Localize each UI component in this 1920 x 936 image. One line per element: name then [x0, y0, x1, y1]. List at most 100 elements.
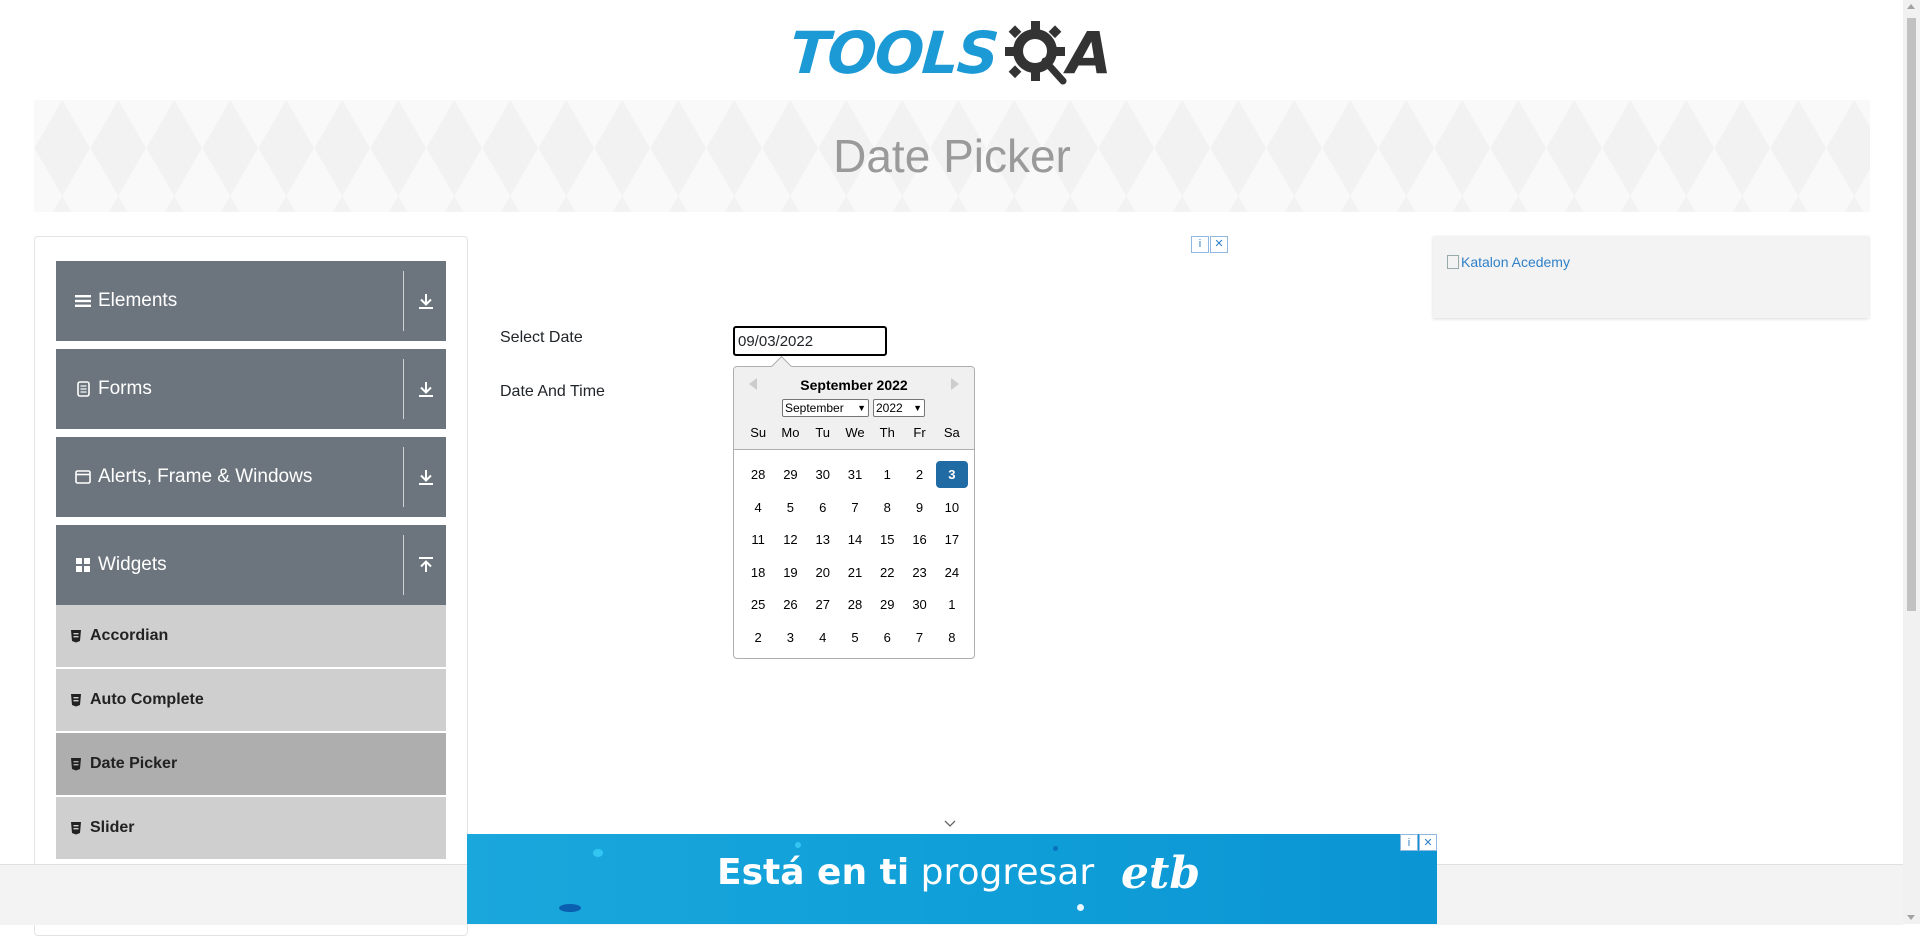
week-row: 28 29 30 31 1 2 3	[742, 461, 968, 488]
ad-decoration	[1077, 904, 1084, 911]
side-ad-alt-text: Katalon Acedemy	[1461, 254, 1570, 270]
scrollbar-thumb[interactable]	[1907, 18, 1916, 611]
calendar-day[interactable]: 10	[936, 494, 968, 521]
calendar-day[interactable]: 17	[936, 526, 968, 553]
broken-image[interactable]: Katalon Acedemy	[1447, 254, 1570, 270]
calendar-day[interactable]: 31	[839, 461, 871, 488]
gear-magnifier-icon	[1004, 21, 1067, 85]
side-ad[interactable]: Katalon Acedemy	[1433, 236, 1869, 318]
bottom-ad-brand-logo: etb	[1121, 848, 1201, 899]
calendar-day[interactable]: 29	[774, 461, 806, 488]
calendar-day[interactable]: 26	[774, 591, 806, 618]
window-icon	[74, 468, 92, 486]
calendar-day[interactable]: 6	[807, 494, 839, 521]
sidebar-group-label: Alerts, Frame & Windows	[98, 466, 313, 487]
chevron-down-icon: ▼	[857, 403, 866, 413]
year-select[interactable]: 2022 ▼	[873, 399, 925, 417]
calendar-day[interactable]: 21	[839, 559, 871, 586]
calendar-day[interactable]: 2	[903, 461, 935, 488]
calendar-day[interactable]: 16	[903, 526, 935, 553]
upload-icon[interactable]	[414, 553, 438, 577]
calendar-day[interactable]: 22	[871, 559, 903, 586]
sidebar-item-auto-complete[interactable]: Auto Complete	[56, 669, 446, 731]
calendar-day[interactable]: 20	[807, 559, 839, 586]
calendar-day[interactable]: 11	[742, 526, 774, 553]
sidebar-item-label: Date Picker	[90, 755, 178, 772]
calendar-day[interactable]: 19	[774, 559, 806, 586]
download-icon[interactable]	[414, 377, 438, 401]
ad-badge[interactable]: i ✕	[1400, 834, 1437, 851]
calendar-day[interactable]: 13	[807, 526, 839, 553]
calendar-day[interactable]: 8	[936, 624, 968, 651]
weekday-row: Su Mo Tu We Th Fr Sa	[742, 425, 968, 440]
download-icon[interactable]	[414, 465, 438, 489]
month-select[interactable]: September ▼	[782, 399, 869, 417]
download-icon[interactable]	[414, 289, 438, 313]
vertical-scrollbar[interactable]	[1903, 0, 1920, 924]
page-title: Date Picker	[833, 130, 1071, 182]
calendar-day[interactable]: 30	[903, 591, 935, 618]
year-select-value: 2022	[876, 401, 903, 415]
scroll-down-icon[interactable]	[1907, 915, 1915, 920]
calendar-day[interactable]: 6	[871, 624, 903, 651]
calendar-day[interactable]: 28	[742, 461, 774, 488]
toolsqa-logo[interactable]: TOOLS A	[787, 14, 1112, 92]
bottom-ad[interactable]: Está en ti progresar etb i ✕	[467, 834, 1437, 924]
divider	[403, 447, 404, 507]
date-picker-input[interactable]	[733, 326, 887, 356]
weekday-label: Tu	[815, 425, 831, 440]
bottom-ad-text-regular: progresar	[920, 852, 1095, 893]
week-row: 2345678	[742, 624, 968, 651]
calendar-day[interactable]: 7	[839, 494, 871, 521]
calendar-day[interactable]: 28	[839, 591, 871, 618]
calendar-day[interactable]: 24	[936, 559, 968, 586]
weekday-label: Sa	[943, 425, 960, 440]
sidebar-item-slider[interactable]: Slider	[56, 797, 446, 859]
ad-top[interactable]: i ✕	[498, 236, 1228, 316]
chevron-down-icon[interactable]	[944, 820, 956, 828]
calendar-day[interactable]: 25	[742, 591, 774, 618]
calendar-day[interactable]: 7	[903, 624, 935, 651]
week-row: 4 5 6 7 8 9 10	[742, 494, 968, 521]
calendar-day[interactable]: 23	[903, 559, 935, 586]
scroll-up-icon[interactable]	[1907, 4, 1915, 9]
calendar-day[interactable]: 12	[774, 526, 806, 553]
calendar-day[interactable]: 3	[935, 461, 968, 488]
week-row: 25 26 27 28 29 30 1	[742, 591, 968, 618]
ad-badge[interactable]: i ✕	[1191, 236, 1228, 253]
ad-decoration	[559, 904, 581, 912]
sidebar-group-alerts[interactable]: Alerts, Frame & Windows	[56, 437, 446, 517]
calendar-day[interactable]: 27	[807, 591, 839, 618]
sidebar-item-accordian[interactable]: Accordian	[56, 605, 446, 667]
calendar-day[interactable]: 1	[871, 461, 903, 488]
sidebar-group-elements[interactable]: Elements	[56, 261, 446, 341]
sidebar-group-forms[interactable]: Forms	[56, 349, 446, 429]
calendar-day[interactable]: 5	[774, 494, 806, 521]
calendar-day[interactable]: 9	[903, 494, 935, 521]
week-row: 11 12 13 14 15 16 17	[742, 526, 968, 553]
calendar-day[interactable]: 8	[871, 494, 903, 521]
weekday-label: Th	[879, 425, 895, 440]
sidebar-group-widgets[interactable]: Widgets	[56, 525, 446, 605]
document-icon	[74, 380, 92, 398]
calendar-day[interactable]: 14	[839, 526, 871, 553]
calendar-day[interactable]: 18	[742, 559, 774, 586]
ad-info-icon[interactable]: i	[1400, 834, 1418, 851]
calendar-day[interactable]: 1	[936, 591, 968, 618]
calendar-day[interactable]: 15	[871, 526, 903, 553]
calendar-day[interactable]: 30	[807, 461, 839, 488]
divider	[403, 535, 404, 595]
calendar-day[interactable]: 4	[742, 494, 774, 521]
ad-close-icon[interactable]: ✕	[1210, 236, 1228, 253]
logo-text: TOOLS	[787, 19, 1000, 87]
calendar-day[interactable]: 4	[807, 624, 839, 651]
calendar-day[interactable]: 5	[839, 624, 871, 651]
calendar-day[interactable]: 29	[871, 591, 903, 618]
calendar-day[interactable]: 2	[742, 624, 774, 651]
ad-decoration	[1053, 846, 1058, 851]
hamburger-icon	[74, 292, 92, 310]
sidebar-item-date-picker[interactable]: Date Picker	[56, 733, 446, 795]
ad-info-icon[interactable]: i	[1191, 236, 1209, 253]
ad-close-icon[interactable]: ✕	[1419, 834, 1437, 851]
calendar-day[interactable]: 3	[774, 624, 806, 651]
